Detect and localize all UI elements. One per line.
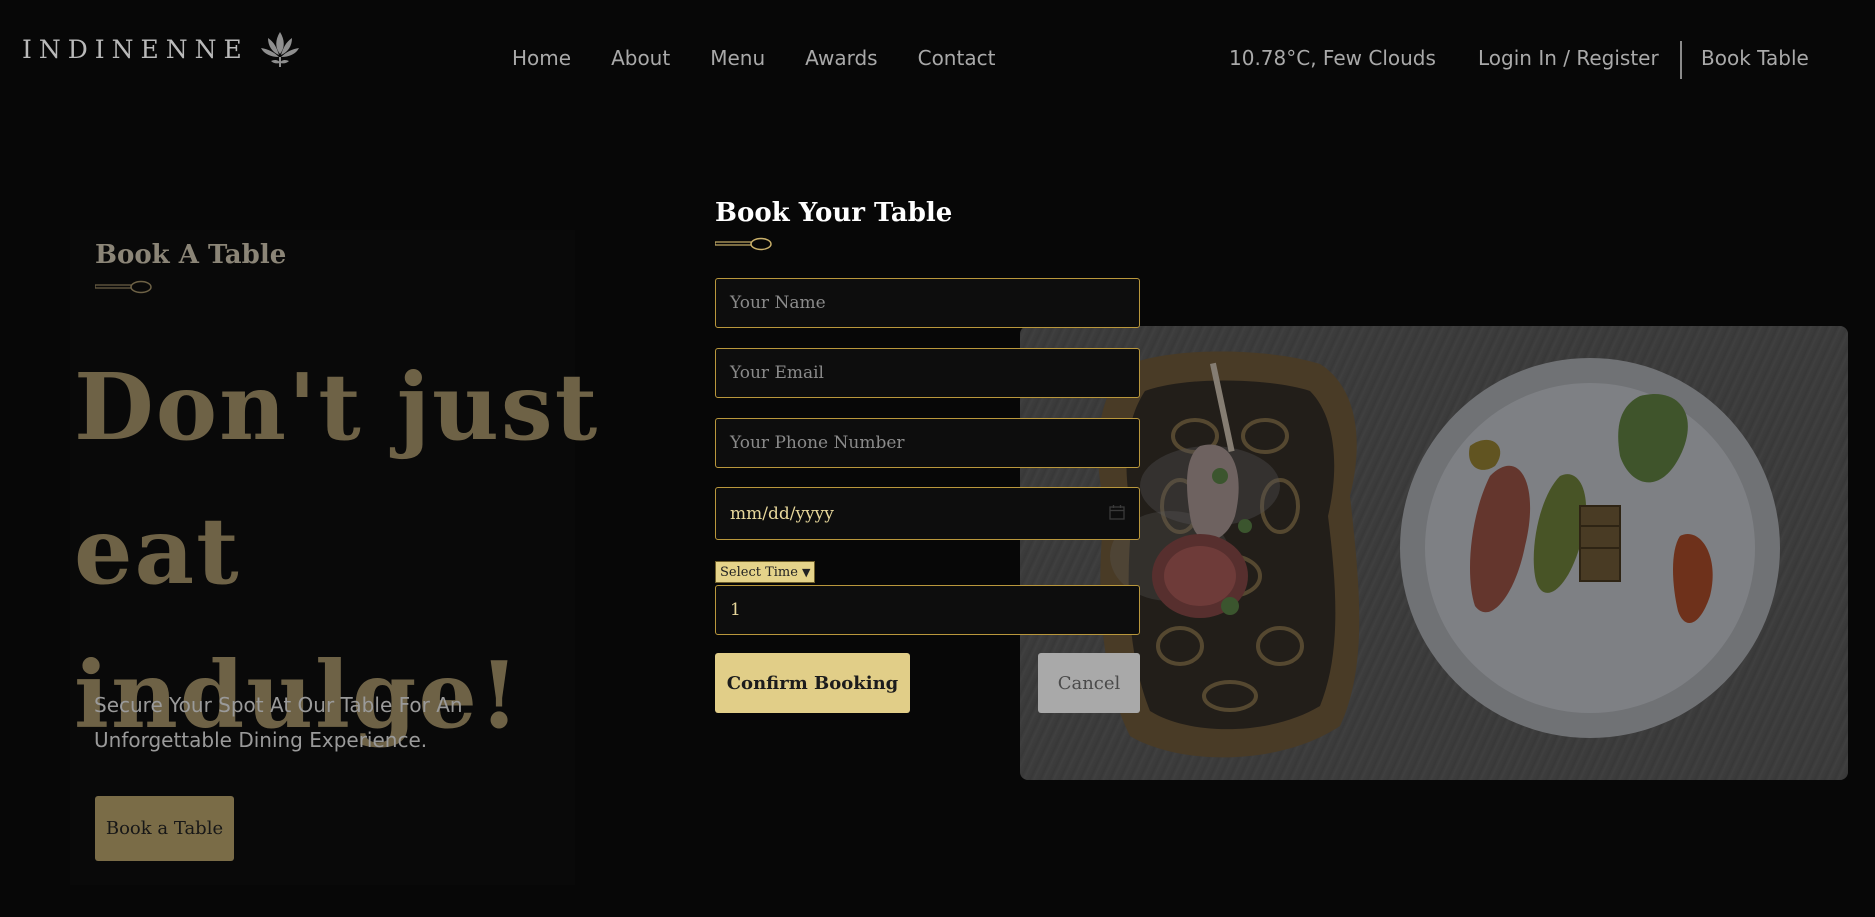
main-nav: Home About Menu Awards Contact — [512, 46, 1035, 70]
section-label: Book A Table — [95, 240, 287, 270]
lotus-icon — [260, 32, 299, 67]
hero-book-table-button[interactable]: Book a Table — [95, 796, 234, 861]
site-header: INDINENNE Home About Menu Awards Contact… — [0, 0, 1875, 120]
calendar-icon[interactable] — [1109, 504, 1125, 520]
weather-readout: 10.78°C, Few Clouds — [1229, 46, 1436, 70]
time-select[interactable]: Select Time ▼ — [715, 561, 815, 583]
logo-text: INDINENNE — [22, 34, 249, 64]
cancel-button[interactable]: Cancel — [1038, 653, 1140, 713]
hero-headline-line-1: Don't just eat — [74, 353, 600, 605]
booking-form-title: Book Your Table — [715, 198, 953, 228]
phone-field[interactable]: Your Phone Number — [715, 418, 1140, 468]
name-field[interactable]: Your Name — [715, 278, 1140, 328]
email-field[interactable]: Your Email — [715, 348, 1140, 398]
confirm-booking-button[interactable]: Confirm Booking — [715, 653, 910, 713]
date-field-value: mm/dd/yyyy — [730, 503, 834, 524]
date-field[interactable]: mm/dd/yyyy — [715, 487, 1140, 540]
nav-awards[interactable]: Awards — [805, 46, 877, 70]
nav-menu[interactable]: Menu — [710, 46, 765, 70]
login-register-link[interactable]: Login In / Register — [1478, 46, 1659, 70]
nav-contact[interactable]: Contact — [918, 46, 996, 70]
hero-subtext: Secure Your Spot At Our Table For An Unf… — [94, 693, 463, 752]
logo[interactable]: INDINENNE — [22, 28, 301, 70]
nav-home[interactable]: Home — [512, 46, 571, 70]
book-table-link[interactable]: Book Table — [1701, 46, 1809, 70]
spoon-divider-icon — [95, 280, 152, 294]
chevron-down-icon: ▼ — [801, 565, 811, 579]
food-photo — [1020, 326, 1848, 780]
header-divider — [1680, 41, 1682, 79]
nav-about[interactable]: About — [611, 46, 670, 70]
time-select-value: Select Time — [720, 564, 798, 580]
spoon-divider-icon — [715, 237, 772, 251]
food-photo-illustration — [1020, 326, 1848, 780]
guests-field[interactable]: 1 — [715, 585, 1140, 635]
